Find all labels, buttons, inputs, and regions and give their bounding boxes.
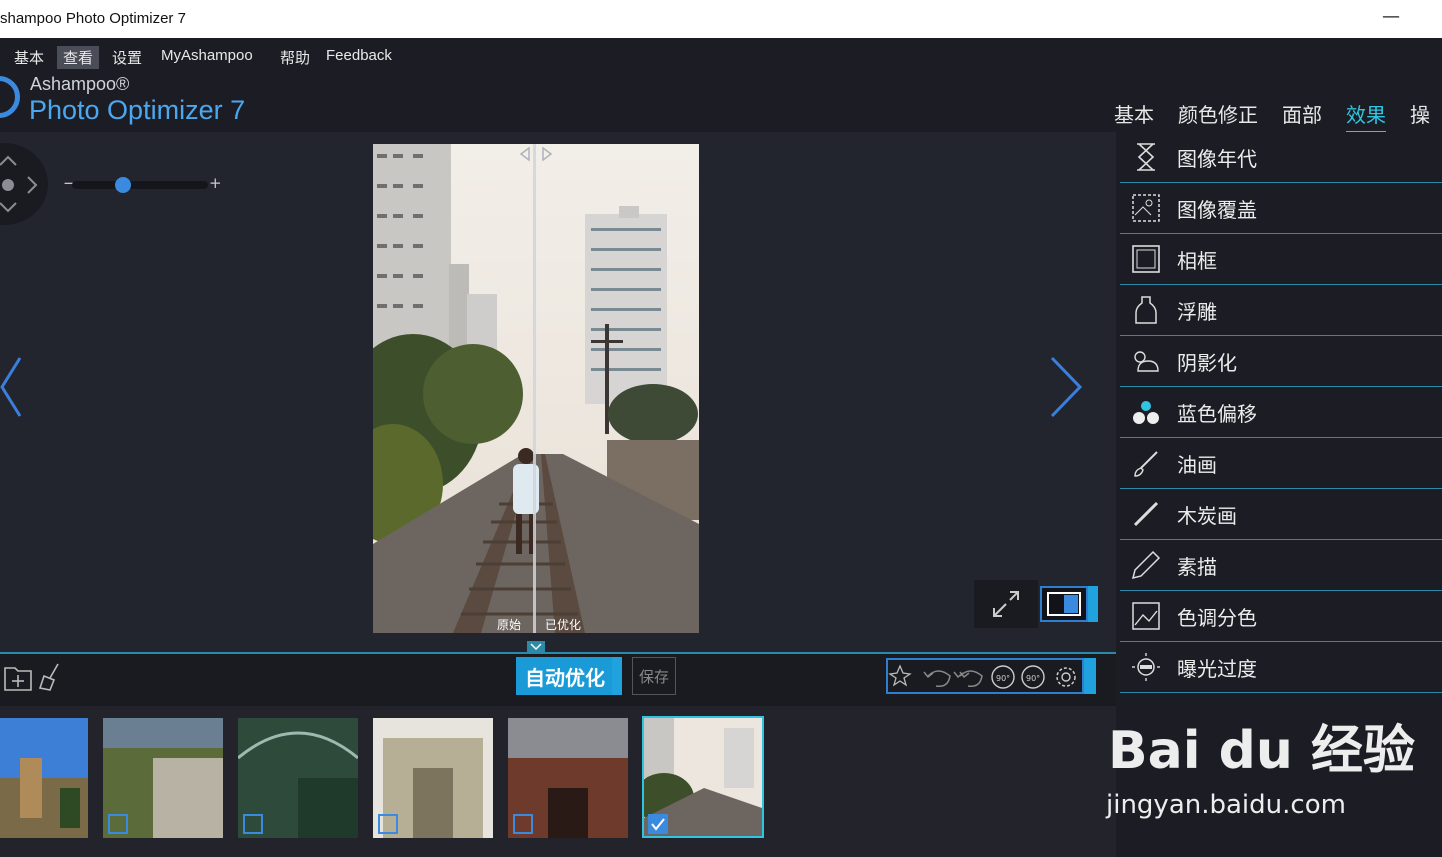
original-label: 原始 <box>497 618 522 632</box>
undo-icon[interactable] <box>923 670 951 688</box>
oil-brush-icon <box>1134 451 1158 477</box>
settings-gear-icon[interactable] <box>1056 667 1076 687</box>
tab-basic[interactable]: 基本 <box>1114 99 1154 128</box>
effect-shadow[interactable]: 阴影化 <box>1120 336 1442 387</box>
menu-help[interactable]: 帮助 <box>274 46 316 69</box>
save-button[interactable]: 保存 <box>632 657 676 695</box>
zoom-in-button[interactable]: + <box>209 174 222 192</box>
brand-name: Ashampoo® <box>30 74 130 94</box>
rotate-right-icon[interactable]: 90° <box>1021 665 1045 689</box>
next-image-icon[interactable] <box>1050 356 1084 418</box>
menu-myashampoo[interactable]: MyAshampoo <box>155 46 259 65</box>
rotate-left-icon[interactable]: 90° <box>991 665 1015 689</box>
posterize-icon <box>1132 602 1160 630</box>
optimized-label: 已优化 <box>545 618 582 632</box>
frame-icon <box>1132 245 1160 273</box>
effect-posterize[interactable]: 色调分色 <box>1120 591 1442 642</box>
minimize-button[interactable]: — <box>1382 6 1400 27</box>
zoom-slider-knob[interactable] <box>115 177 131 193</box>
thumbnail-4-checkbox[interactable] <box>378 814 398 834</box>
thumbnail-2-checkbox[interactable] <box>108 814 128 834</box>
tab-face[interactable]: 面部 <box>1282 99 1322 128</box>
undo-all-icon[interactable] <box>953 670 983 688</box>
effect-oil-painting[interactable]: 油画 <box>1120 438 1442 489</box>
auto-optimize-dropdown[interactable] <box>612 657 622 695</box>
menu-bar: 基本 查看 设置 MyAshampoo 帮助 Feedback <box>0 38 1442 72</box>
split-view-icon <box>1047 592 1081 616</box>
product-name: Photo Optimizer 7 <box>29 95 246 125</box>
compare-view-button[interactable] <box>1040 586 1088 622</box>
title-bar: shampoo Photo Optimizer 7 — <box>0 0 1442 38</box>
tab-effects[interactable]: 效果 <box>1346 99 1386 133</box>
effect-emboss[interactable]: 浮雕 <box>1120 285 1442 336</box>
effect-overexposure[interactable]: 曝光过度 <box>1120 642 1442 693</box>
add-folder-icon[interactable] <box>3 662 33 692</box>
menu-view[interactable]: 查看 <box>57 46 100 69</box>
effect-image-overlay[interactable]: 图像覆盖 <box>1120 183 1442 234</box>
pan-navigator[interactable] <box>0 143 48 225</box>
main-photo <box>373 144 699 633</box>
effect-sketch[interactable]: 素描 <box>1120 540 1442 591</box>
window-title: shampoo Photo Optimizer 7 <box>0 10 186 27</box>
tab-color-correction[interactable]: 颜色修正 <box>1178 99 1258 128</box>
menu-settings[interactable]: 设置 <box>106 46 148 69</box>
magic-stars-icon[interactable] <box>888 664 912 687</box>
checkmark-icon <box>651 818 665 831</box>
menu-basic[interactable]: 基本 <box>8 46 50 69</box>
blue-shift-icon <box>1133 401 1159 424</box>
effect-blue-shift[interactable]: 蓝色偏移 <box>1120 387 1442 438</box>
effect-frame[interactable]: 相框 <box>1120 234 1442 285</box>
tools-dropdown[interactable] <box>1084 658 1096 694</box>
collapse-panel-icon[interactable] <box>527 641 545 653</box>
split-handle-icon[interactable] <box>519 146 553 162</box>
hourglass-icon <box>1137 143 1155 171</box>
svg-text:90°: 90° <box>996 674 1010 683</box>
view-mode-dropdown[interactable] <box>1088 586 1098 622</box>
expand-icon <box>993 591 1019 617</box>
thumbnail-1[interactable] <box>0 718 88 838</box>
menu-feedback[interactable]: Feedback <box>320 46 398 65</box>
clean-broom-icon[interactable] <box>38 662 68 692</box>
svg-text:90°: 90° <box>1026 674 1040 683</box>
thumbnail-6-checkbox-checked[interactable] <box>648 814 668 834</box>
overexposure-icon <box>1132 653 1160 681</box>
thumbnail-3-checkbox[interactable] <box>243 814 263 834</box>
baidu-watermark: Bai du 经验 <box>1108 721 1415 781</box>
pencil-icon <box>1131 550 1161 580</box>
edit-tools-group: 90° 90° <box>886 658 1084 694</box>
zoom-slider[interactable] <box>72 181 208 189</box>
auto-optimize-button[interactable]: 自动优化 <box>516 657 614 695</box>
fullscreen-button[interactable] <box>974 580 1038 628</box>
effect-image-age[interactable]: 图像年代 <box>1120 132 1442 183</box>
emboss-icon <box>1135 296 1157 324</box>
charcoal-icon <box>1133 501 1159 527</box>
effect-charcoal[interactable]: 木炭画 <box>1120 489 1442 540</box>
thumbnail-5-checkbox[interactable] <box>513 814 533 834</box>
shadow-icon <box>1134 351 1159 372</box>
image-overlay-icon <box>1132 194 1160 222</box>
baidu-watermark-url: jingyan.baidu.com <box>1106 790 1346 820</box>
previous-image-icon[interactable] <box>0 356 24 418</box>
